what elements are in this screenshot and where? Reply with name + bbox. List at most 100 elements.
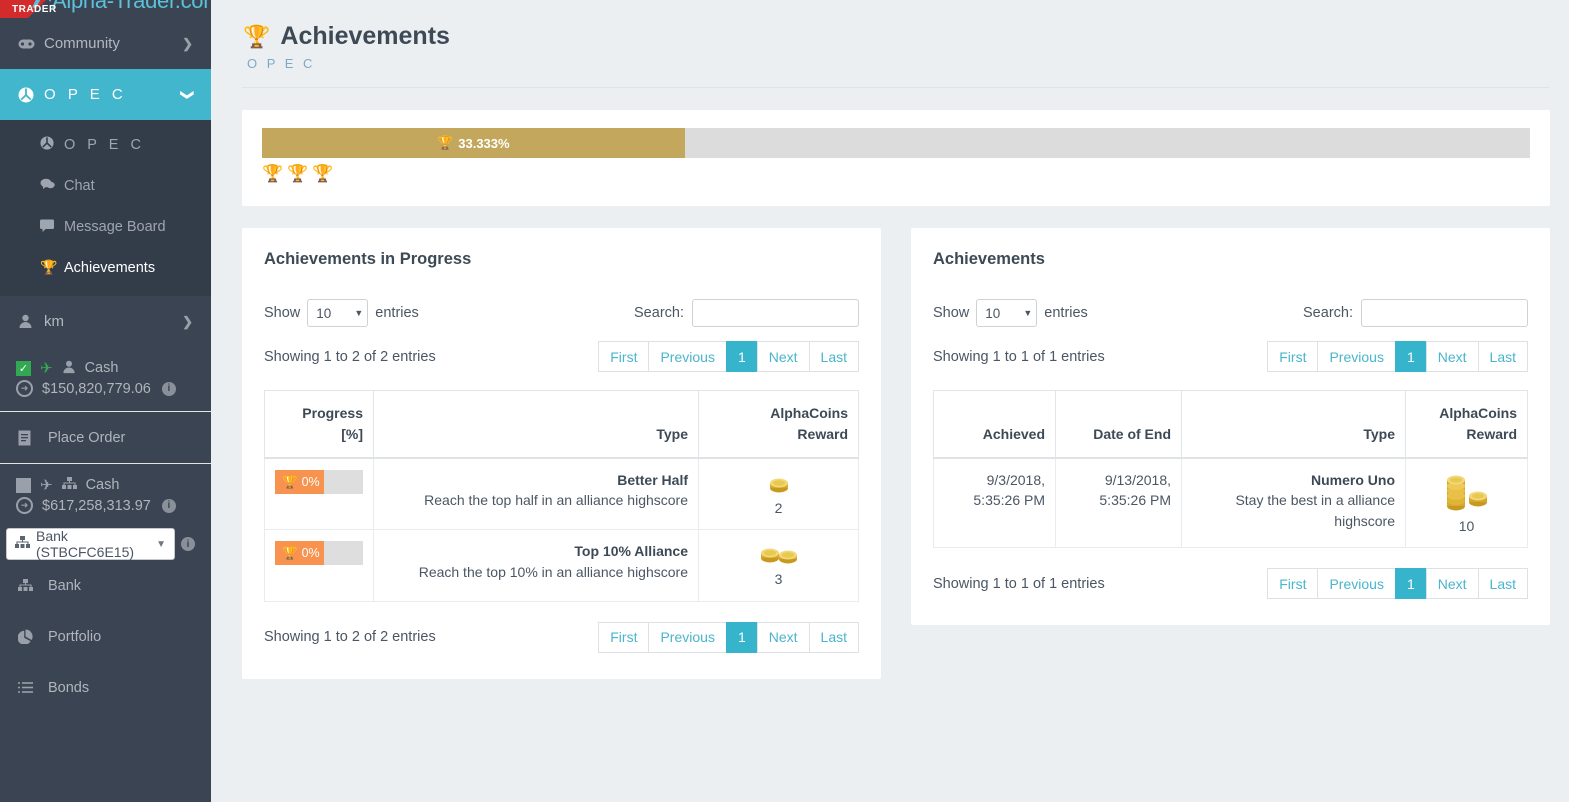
panel-achievements-in-progress: Achievements in Progress Show 10 ▼ entri… [242,228,881,679]
page-number-button[interactable]: 1 [725,621,757,653]
row-progress-label: 0% [301,546,320,561]
page-previous-button[interactable]: Previous [648,341,726,372]
column-header-progress[interactable]: Progress [%] [264,390,374,459]
sidebar-subitem-label: O P E C [64,136,145,153]
overall-progress-card: 🏆 33.333% 🏆 🏆 🏆 [242,110,1550,206]
caret-down-icon: ▼ [354,308,364,318]
page-number-button[interactable]: 1 [725,341,757,372]
column-header-achieved[interactable]: Achieved [933,390,1056,459]
ribbon-label: TRADER [12,4,57,15]
show-label: Show [933,305,970,321]
page-first-button[interactable]: First [598,621,649,653]
sitemap-icon [18,579,38,592]
info-icon[interactable]: i [181,537,195,551]
page-title-text: Achievements [280,22,450,50]
pie-chart-icon [18,629,38,644]
search-control: Search: [1303,299,1528,327]
page-length-select[interactable]: 10 ▼ [976,299,1038,327]
sidebar-submenu-opec: O P E C Chat Message Board 🏆 Achievement… [0,120,211,296]
column-header-type[interactable]: Type [1181,390,1406,459]
bank-select[interactable]: Bank (STBCFC6E15) ▼ [6,528,175,560]
sidebar-item-portfolio[interactable]: Portfolio [0,611,211,662]
table-row: 9/3/2018, 5:35:26 PM 9/13/2018, 5:35:26 … [933,457,1528,549]
cell-type: Top 10% Alliance Reach the top 10% in an… [373,529,699,602]
column-header-line2: Reward [797,426,848,442]
end-date: 9/13/2018, [1104,472,1171,488]
chevron-right-icon: ❯ [182,35,193,51]
sidebar-item-bank[interactable]: Bank [0,560,211,611]
search-input[interactable] [692,299,859,327]
sidebar-item-community[interactable]: Community ❯ [0,18,211,69]
page-last-button[interactable]: Last [1477,341,1528,372]
column-header-date-of-end[interactable]: Date of End [1055,390,1182,459]
achievement-name: Numero Uno [1311,472,1395,488]
page-previous-button[interactable]: Previous [1317,568,1395,600]
achievement-description: Reach the top half in an alliance highsc… [424,492,688,509]
page-next-button[interactable]: Next [1425,341,1478,372]
achievements-in-progress-table: Progress [%] Type AlphaCoins Reward 🏆 0%… [264,390,859,602]
transfer-icon[interactable]: ➜ [16,497,33,514]
caret-down-icon: ▼ [1023,308,1033,318]
row-progress-label: 0% [301,474,320,489]
page-last-button[interactable]: Last [1477,568,1528,600]
trophy-icon: 🏆 [282,474,298,489]
sidebar-item-bonds[interactable]: Bonds [0,662,211,713]
search-label: Search: [634,305,684,321]
page-first-button[interactable]: First [1267,568,1318,600]
bank-cash-block: ✈ Cash ➜ $617,258,313.97 i [0,464,211,528]
column-header-line1: AlphaCoins [1439,405,1517,421]
sidebar-subitem-achievements[interactable]: 🏆 Achievements [0,247,211,288]
column-header-text: Achieved [982,426,1045,442]
sidebar-divider-1 [0,411,211,412]
entries-label: entries [375,305,419,321]
entries-label: entries [1044,305,1088,321]
page-previous-button[interactable]: Previous [648,621,726,653]
datatable-info: Showing 1 to 1 of 1 entries [933,575,1105,592]
sidebar-item-label: Community [44,35,120,52]
page-next-button[interactable]: Next [1425,568,1478,600]
page-first-button[interactable]: First [1267,341,1318,372]
achievement-description: Reach the top 10% in an alliance highsco… [418,563,688,580]
column-header-alphacoins-reward[interactable]: AlphaCoins Reward [698,390,859,459]
sidebar-item-user[interactable]: km ❯ [0,296,211,347]
page-length-select[interactable]: 10 ▼ [307,299,369,327]
sidebar-subitem-chat[interactable]: Chat [0,165,211,206]
brand-logo[interactable]: Alpha-Trader.com TRADER [0,0,211,18]
column-header-type[interactable]: Type [373,390,699,459]
page-header: 🏆 Achievements O P E C [211,0,1569,71]
datatable-info: Showing 1 to 2 of 2 entries [264,629,436,646]
caret-down-icon: ▼ [156,538,166,550]
row-progress-fill: 🏆 0% [275,541,325,566]
sidebar-subitem-label: Message Board [64,218,166,235]
page-previous-button[interactable]: Previous [1317,341,1395,372]
achieved-date: 9/3/2018, [986,472,1045,488]
document-icon [18,430,38,446]
transfer-icon[interactable]: ➜ [16,380,33,397]
reward-amount: 2 [774,500,783,516]
column-header-alphacoins-reward[interactable]: AlphaCoins Reward [1405,390,1528,459]
page-next-button[interactable]: Next [756,621,809,653]
sidebar-subitem-opec[interactable]: O P E C [0,124,211,165]
column-header-line1: AlphaCoins [770,405,848,421]
info-icon[interactable]: i [161,381,176,396]
sidebar-item-place-order[interactable]: Place Order [0,412,211,463]
page-last-button[interactable]: Last [808,621,859,653]
datatable-controls: Show 10 ▼ entries Search: [264,299,859,327]
page-last-button[interactable]: Last [808,341,859,372]
sidebar-divider-2 [0,463,211,464]
bank-select-value: Bank (STBCFC6E15) [36,528,135,560]
row-progress-fill: 🏆 0% [275,470,325,494]
sidebar-subitem-message-board[interactable]: Message Board [0,206,211,247]
cell-type: Better Half Reach the top half in an all… [373,457,699,531]
search-input[interactable] [1361,299,1528,327]
page-first-button[interactable]: First [598,341,649,372]
sidebar-item-label: O P E C [44,86,127,103]
page-number-button[interactable]: 1 [1394,568,1426,600]
page-number-button[interactable]: 1 [1394,341,1426,372]
sidebar-item-opec[interactable]: O P E C ❯ [0,69,211,120]
coin-icon [1416,470,1517,514]
info-icon[interactable]: i [161,498,176,513]
row-progress-bar: 🏆 0% [275,470,363,494]
user-cash-amount: $150,820,779.06 [42,380,151,397]
page-next-button[interactable]: Next [756,341,809,372]
